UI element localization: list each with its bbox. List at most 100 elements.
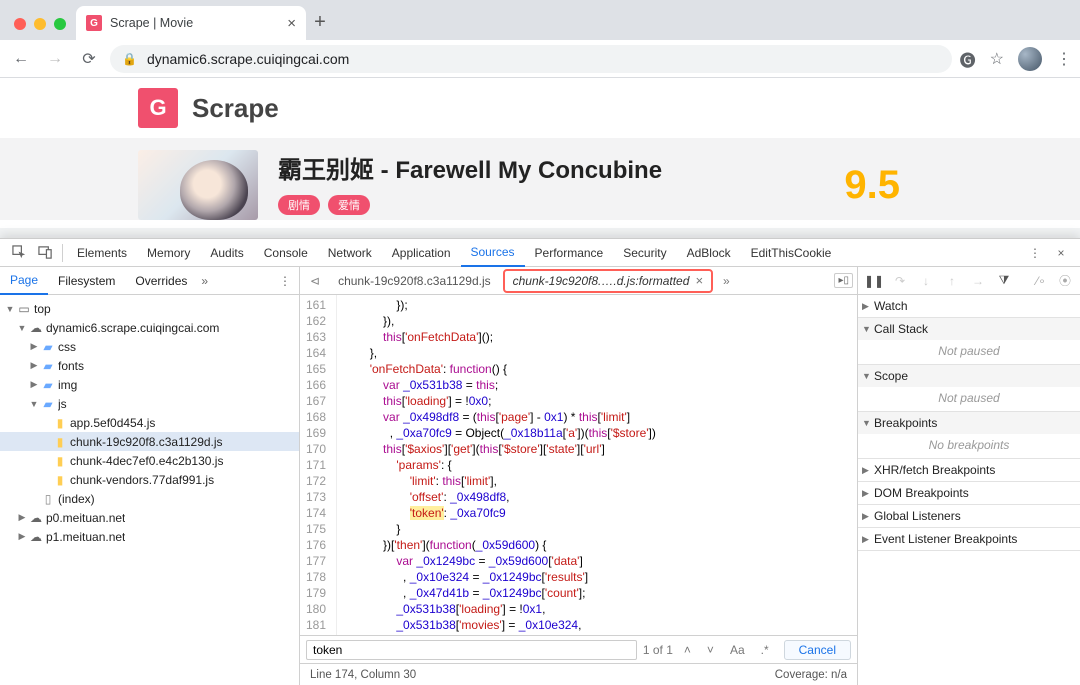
cursor-position: Line 174, Column 30 [310,669,416,681]
section-watch[interactable]: ▶Watch [858,295,1080,317]
devtools-settings-icon[interactable]: ⋮ [1022,240,1048,266]
editor-tab-active[interactable]: chunk-19c920f8.….d.js:formatted× [503,269,713,293]
bookmark-icon[interactable]: ☆ [990,49,1004,69]
window-controls [10,18,76,40]
profile-avatar[interactable] [1018,47,1042,71]
editor-run-snippet-icon[interactable]: ▸▯ [834,273,853,288]
tabstrip: G Scrape | Movie × + [0,0,1080,40]
panel-tab-network[interactable]: Network [318,239,382,267]
tree-folder-js[interactable]: ▼js [0,394,299,413]
url-text: dynamic6.scrape.cuiqingcai.com [147,51,349,67]
close-window-button[interactable] [14,18,26,30]
lock-icon: 🔒 [122,52,137,66]
tree-top[interactable]: ▼top [0,299,299,318]
search-prev-icon[interactable]: ˄ [679,643,696,657]
code-body[interactable]: }); }), this['onFetchData'](); }, 'onFet… [337,295,857,635]
section-scope[interactable]: ▼Scope [858,365,1080,387]
section-breakpoints[interactable]: ▼Breakpoints [858,412,1080,434]
panel-tab-adblock[interactable]: AdBlock [677,239,741,267]
editor-nav-back-icon[interactable]: ⊲ [304,274,326,288]
navigator-tab-filesystem[interactable]: Filesystem [48,267,125,295]
browser-tab[interactable]: G Scrape | Movie × [76,6,306,40]
navigator-tab-page[interactable]: Page [0,267,48,295]
browser-toolbar: ← → ⟳ 🔒 dynamic6.scrape.cuiqingcai.com 🅖… [0,40,1080,78]
file-tree: ▼top ▼dynamic6.scrape.cuiqingcai.com ▶cs… [0,295,299,685]
debugger-stepover-icon[interactable]: ↷ [888,270,912,292]
tree-index[interactable]: (index) [0,489,299,508]
code-editor[interactable]: 1611621631641651661671681691701711721731… [300,295,857,635]
debugger-pause-exceptions-icon[interactable]: ⦿ [1054,272,1076,289]
tree-jsfile-selected[interactable]: chunk-19c920f8.c3a1129d.js [0,432,299,451]
tree-folder-fonts[interactable]: ▶fonts [0,356,299,375]
debugger-async-icon[interactable]: ⁄∘ [1030,274,1052,288]
navigator-tab-overrides[interactable]: Overrides [125,267,197,295]
editor-tabs-overflow-icon[interactable]: » [717,274,736,288]
panel-tab-console[interactable]: Console [254,239,318,267]
tree-folder-img[interactable]: ▶img [0,375,299,394]
tree-jsfile[interactable]: app.5ef0d454.js [0,413,299,432]
debugger-deactivate-bp-icon[interactable]: ⧩ [992,270,1016,292]
debugger-pause-icon[interactable]: ❚❚ [862,270,886,292]
tree-origin-extra[interactable]: ▶p1.meituan.net [0,527,299,546]
movie-rating: 9.5 [844,163,900,208]
section-callstack[interactable]: ▼Call Stack [858,318,1080,340]
debugger-stepin-icon[interactable]: ↓ [914,270,938,292]
devtools: Elements Memory Audits Console Network A… [0,238,1080,685]
section-eventlistener-bp[interactable]: ▶Event Listener Breakpoints [858,528,1080,550]
tab-favicon: G [86,15,102,31]
close-tab-icon[interactable]: × [695,273,703,288]
nav-back-button[interactable]: ← [8,46,34,72]
panel-tab-security[interactable]: Security [613,239,676,267]
tree-jsfile[interactable]: chunk-4dec7ef0.e4c2b130.js [0,451,299,470]
debugger-stepout-icon[interactable]: ↑ [940,270,964,292]
search-count: 1 of 1 [643,643,673,657]
nav-forward-button[interactable]: → [42,46,68,72]
devtools-panel-tabs: Elements Memory Audits Console Network A… [0,239,1080,267]
search-next-icon[interactable]: ˅ [702,643,719,657]
url-bar[interactable]: 🔒 dynamic6.scrape.cuiqingcai.com [110,45,952,73]
scope-empty: Not paused [858,387,1080,411]
sources-navigator: Page Filesystem Overrides » ⋮ ▼top ▼dyna… [0,267,300,685]
section-global-listeners[interactable]: ▶Global Listeners [858,505,1080,527]
search-case-toggle[interactable]: Aa [725,643,750,657]
panel-tab-memory[interactable]: Memory [137,239,200,267]
close-tab-icon[interactable]: × [287,15,296,32]
panel-tab-editthiscookie[interactable]: EditThisCookie [741,239,842,267]
new-tab-button[interactable]: + [306,11,334,40]
movie-poster[interactable] [138,150,258,220]
breakpoints-empty: No breakpoints [858,434,1080,458]
editor-searchbar: 1 of 1 ˄ ˅ Aa .* Cancel [300,635,857,663]
tree-origin-extra[interactable]: ▶p0.meituan.net [0,508,299,527]
site-logo[interactable]: G [138,88,178,128]
editor-tab[interactable]: chunk-19c920f8.c3a1129d.js [330,269,499,293]
movie-title: 霸王别姬 - Farewell My Concubine [278,150,662,185]
search-cancel-button[interactable]: Cancel [784,640,851,660]
minimize-window-button[interactable] [34,18,46,30]
devtools-close-icon[interactable]: × [1048,240,1074,266]
tree-jsfile[interactable]: chunk-vendors.77daf991.js [0,470,299,489]
debugger-step-icon[interactable]: → [966,270,990,292]
panel-tab-application[interactable]: Application [382,239,461,267]
panel-tab-sources[interactable]: Sources [461,239,525,267]
search-input[interactable] [306,640,637,660]
tree-folder-css[interactable]: ▶css [0,337,299,356]
navigator-menu-icon[interactable]: ⋮ [271,274,299,288]
panel-tab-elements[interactable]: Elements [67,239,137,267]
translate-icon[interactable]: 🅖 [960,47,976,71]
browser-chrome: G Scrape | Movie × + ← → ⟳ 🔒 dynamic6.sc… [0,0,1080,78]
tree-origin[interactable]: ▼dynamic6.scrape.cuiqingcai.com [0,318,299,337]
debugger-toolbar: ❚❚ ↷ ↓ ↑ → ⧩ ⁄∘ ⦿ [858,267,1080,295]
zoom-window-button[interactable] [54,18,66,30]
device-toolbar-icon[interactable] [32,240,58,266]
browser-menu-button[interactable]: ⋮ [1056,49,1072,69]
section-dom-bp[interactable]: ▶DOM Breakpoints [858,482,1080,504]
inspect-element-icon[interactable] [6,240,32,266]
search-regex-toggle[interactable]: .* [756,643,774,657]
navigator-overflow-icon[interactable]: » [201,274,208,288]
section-xhr-bp[interactable]: ▶XHR/fetch Breakpoints [858,459,1080,481]
coverage-status: Coverage: n/a [775,669,847,681]
panel-tab-audits[interactable]: Audits [200,239,253,267]
panel-tab-performance[interactable]: Performance [525,239,614,267]
page-body: 霸王别姬 - Farewell My Concubine 剧情 爱情 9.5 [0,138,1080,220]
reload-button[interactable]: ⟳ [76,46,102,72]
